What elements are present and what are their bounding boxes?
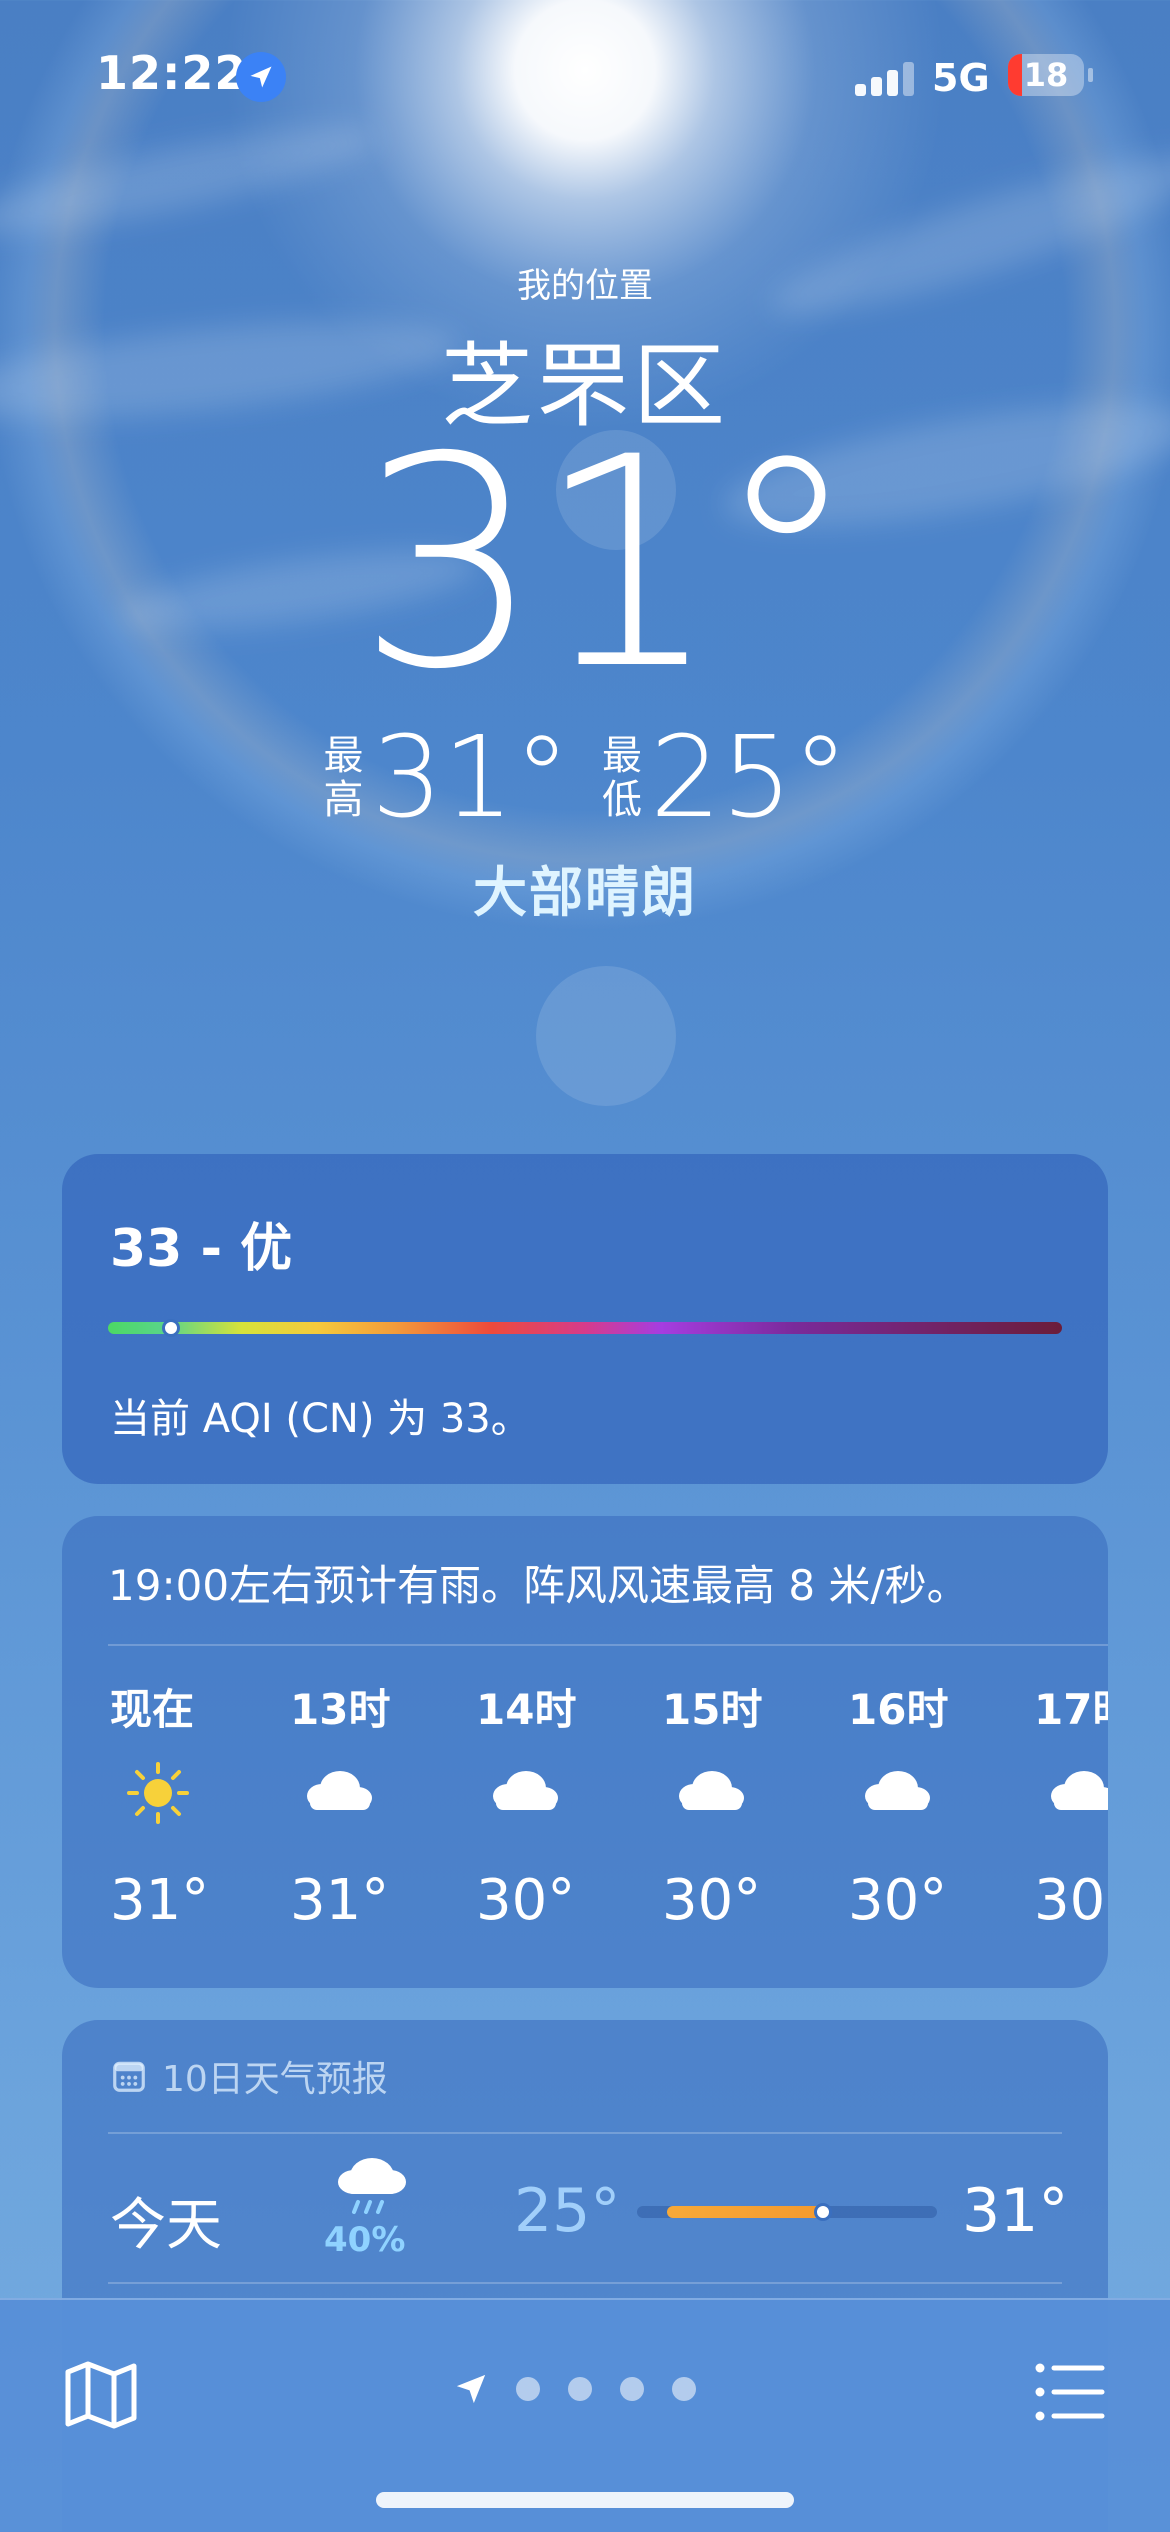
location-arrow-icon <box>236 52 286 102</box>
status-time: 12:22 <box>96 46 248 100</box>
page-dot[interactable] <box>672 2377 696 2401</box>
cloud-streak <box>760 130 1170 340</box>
air-quality-card[interactable]: 33 - 优 当前 AQI (CN) 为 33。 <box>62 1154 1108 1484</box>
hourly-summary: 19:00左右预计有雨。阵风风速最高 8 米/秒。 <box>108 1561 969 1610</box>
low-temp: 25° <box>650 713 849 843</box>
sun-icon <box>118 1758 198 1828</box>
low-label: 最低 <box>602 733 642 823</box>
hour-label: 16时 <box>848 1685 949 1734</box>
high-low-temps: 最高 31° 最低 25° <box>0 718 1170 838</box>
cloud-icon <box>298 1758 378 1828</box>
low-temp-block: 最低 25° <box>600 718 849 838</box>
precip-chance: 40% <box>324 2220 406 2260</box>
aqi-indicator <box>161 1319 180 1337</box>
calendar-icon <box>113 2061 145 2092</box>
hour-temp: 30° <box>662 1868 762 1933</box>
divider <box>108 2282 1062 2284</box>
hour-label: 13时 <box>290 1685 391 1734</box>
divider <box>108 2132 1062 2134</box>
hour-label: 14时 <box>476 1685 577 1734</box>
battery-icon: 18 <box>1008 54 1084 96</box>
aqi-scale-bar <box>108 1319 1062 1337</box>
hour-temp: 31° <box>290 1868 390 1933</box>
aqi-description: 当前 AQI (CN) 为 33。 <box>110 1396 531 1442</box>
hour-label: 15时 <box>662 1685 763 1734</box>
page-dot[interactable] <box>568 2377 592 2401</box>
divider <box>108 1644 1108 1646</box>
temp-range-fill <box>667 2206 823 2218</box>
cloud-icon <box>1042 1758 1108 1828</box>
ten-day-title: 10日天气预报 <box>162 2059 388 2100</box>
cloud-icon <box>856 1758 936 1828</box>
hour-label: 17时 <box>1034 1685 1108 1734</box>
high-temp-block: 最高 31° <box>321 718 570 838</box>
cloud-rain-icon <box>338 2158 406 2214</box>
hourly-forecast-card[interactable]: 19:00左右预计有雨。阵风风速最高 8 米/秒。 现在 31° 13时 31° 14时… <box>62 1516 1108 1988</box>
page-dot[interactable] <box>620 2377 644 2401</box>
cloud-icon <box>484 1758 564 1828</box>
bottom-toolbar <box>0 2298 1170 2532</box>
high-temp: 31° <box>371 713 570 843</box>
page-indicator[interactable] <box>454 2372 696 2406</box>
hour-temp: 30° <box>1034 1868 1108 1933</box>
battery-level: 18 <box>1023 56 1069 94</box>
current-location-page-icon[interactable] <box>454 2372 488 2406</box>
current-temperature: 31° <box>356 396 859 733</box>
hour-temp: 30° <box>848 1868 948 1933</box>
location-list-icon[interactable] <box>1034 2360 1106 2424</box>
hour-temp: 30° <box>476 1868 576 1933</box>
high-label: 最高 <box>323 733 364 823</box>
weather-condition: 大部晴朗 <box>473 861 697 924</box>
status-bar: 12:22 5G 18 <box>0 0 1170 150</box>
cloud-icon <box>670 1758 750 1828</box>
temp-range-bar <box>637 2203 937 2221</box>
page-dot[interactable] <box>516 2377 540 2401</box>
battery-cap <box>1088 68 1093 82</box>
day-name: 今天 <box>110 2193 222 2258</box>
day-low-temp: 25° <box>514 2176 621 2246</box>
ten-day-header: 10日天气预报 <box>110 2050 388 2102</box>
aqi-title: 33 - 优 <box>110 1219 293 1279</box>
day-high-temp: 31° <box>962 2176 1069 2246</box>
lens-flare <box>536 966 676 1106</box>
cellular-signal-icon <box>855 62 915 96</box>
my-location-label: 我的位置 <box>517 266 653 306</box>
current-temp-marker <box>814 2203 832 2221</box>
map-icon[interactable] <box>64 2360 138 2430</box>
network-type: 5G <box>932 56 990 100</box>
home-indicator[interactable] <box>376 2492 794 2508</box>
hour-temp: 31° <box>110 1868 210 1933</box>
hour-label: 现在 <box>110 1685 195 1734</box>
